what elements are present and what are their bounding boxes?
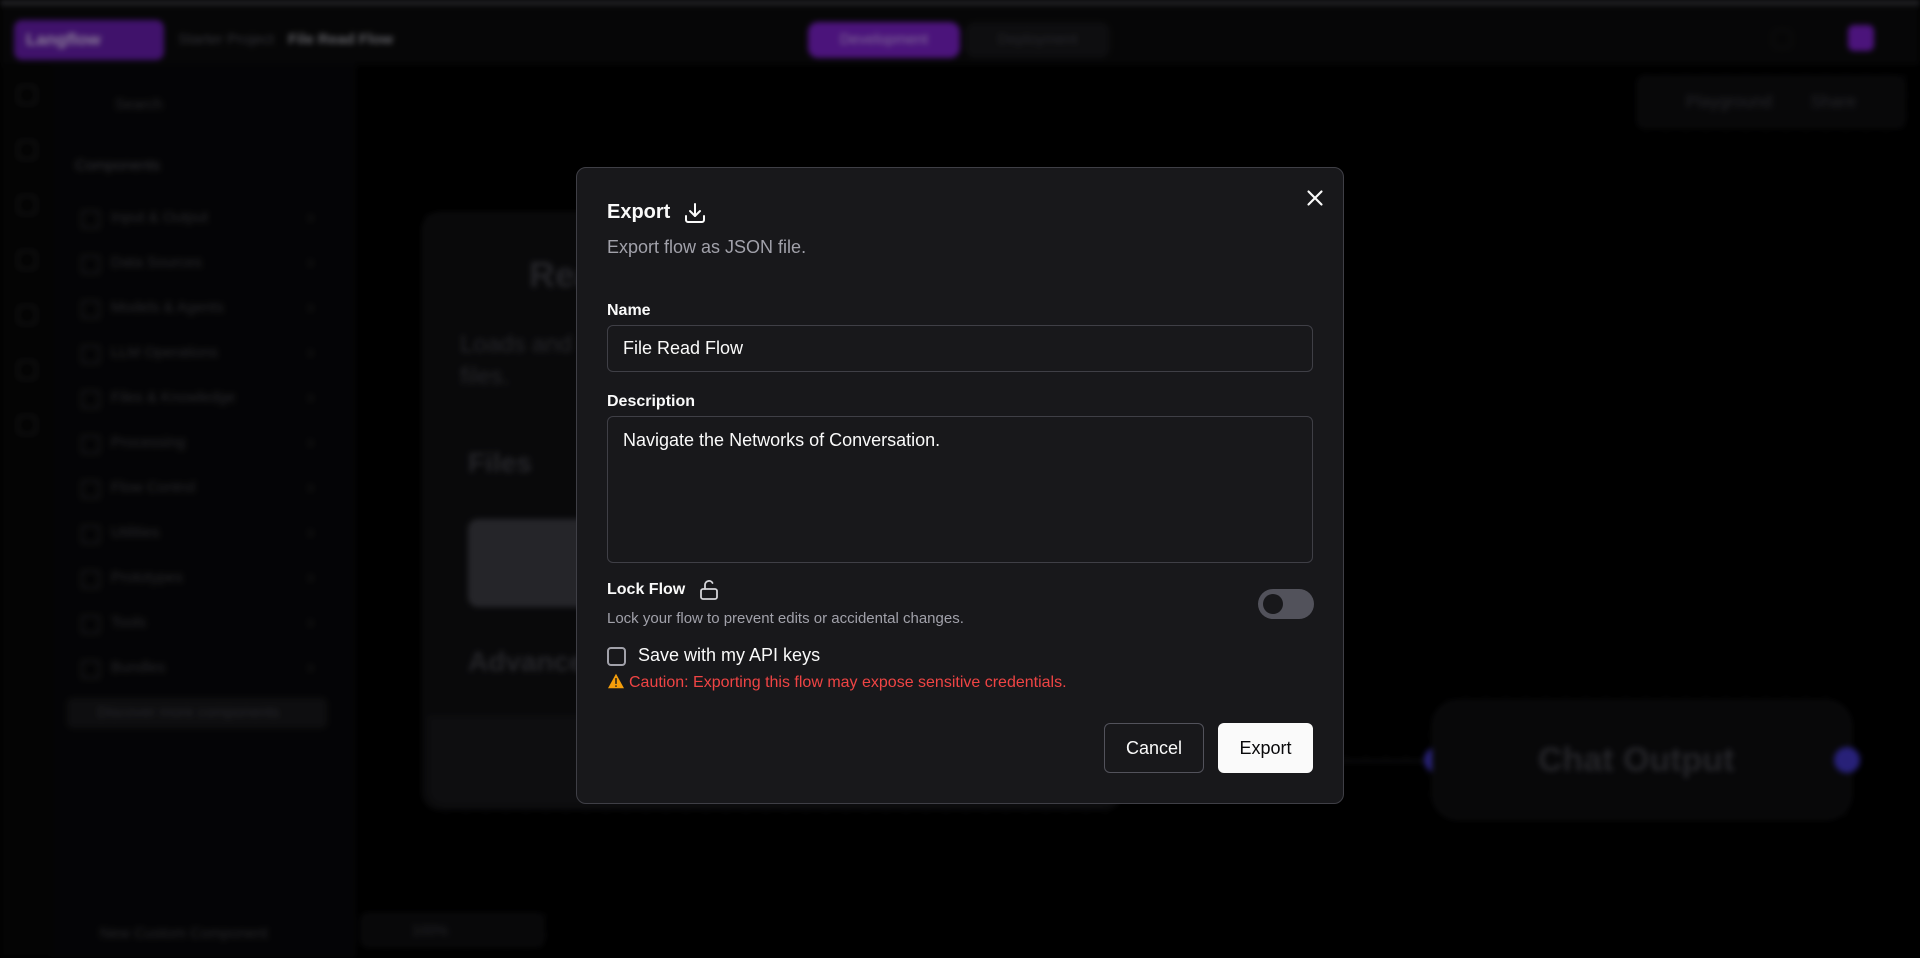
export-dialog: Export Export flow as JSON file. Name De… [576, 167, 1344, 804]
save-api-keys-checkbox[interactable] [607, 647, 626, 666]
toggle-knob [1263, 594, 1283, 614]
close-button[interactable] [1302, 185, 1328, 211]
warning-icon [608, 673, 624, 689]
save-api-keys-label[interactable]: Save with my API keys [638, 645, 820, 666]
cancel-button[interactable]: Cancel [1104, 723, 1204, 773]
dialog-title: Export [607, 201, 671, 223]
lock-flow-label: Lock Flow [607, 581, 686, 598]
close-icon [1307, 190, 1323, 206]
unlock-icon [700, 580, 718, 600]
name-field[interactable] [607, 325, 1313, 372]
description-label: Description [607, 393, 696, 410]
caution-message: Caution: Exporting this flow may expose … [607, 673, 1067, 692]
dialog-subtitle: Export flow as JSON file. [607, 237, 807, 257]
lock-flow-description: Lock your flow to prevent edits or accid… [607, 610, 964, 627]
export-button[interactable]: Export [1218, 723, 1313, 773]
lock-flow-toggle[interactable] [1258, 589, 1314, 619]
caution-text: Caution: Exporting this flow may expose … [629, 674, 1067, 691]
description-field[interactable]: Navigate the Networks of Conversation. [607, 416, 1313, 563]
name-label: Name [607, 302, 651, 319]
download-icon [685, 203, 705, 223]
